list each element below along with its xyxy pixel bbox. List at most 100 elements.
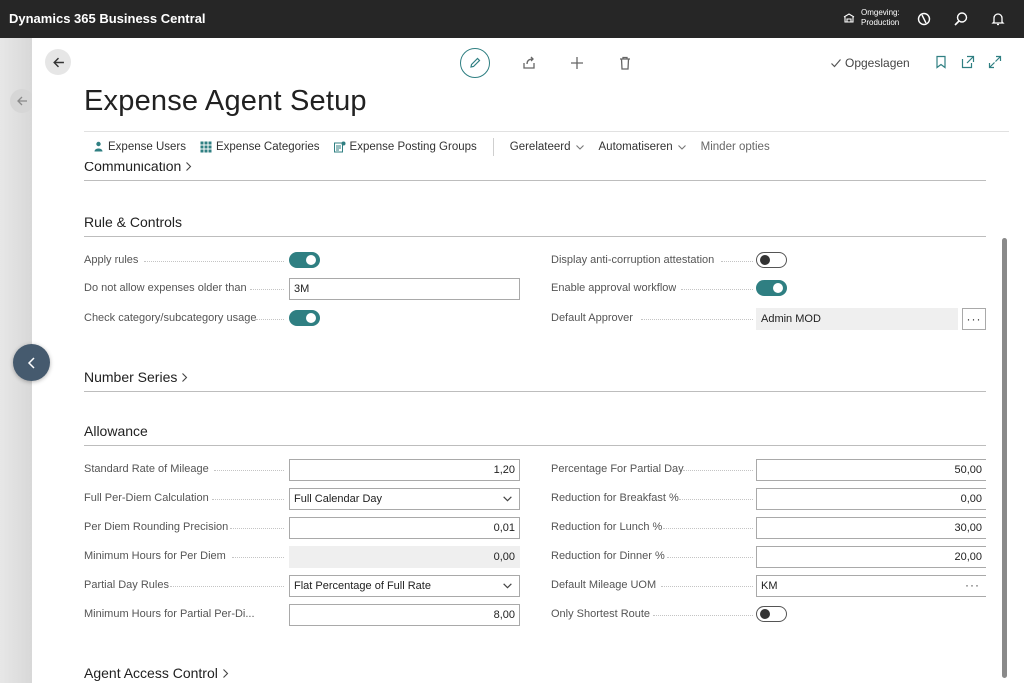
shortest-route-toggle[interactable]	[756, 606, 787, 622]
default-approver-label: Default Approver	[551, 312, 633, 324]
grid-icon	[200, 141, 212, 152]
chevron-right-icon	[222, 668, 229, 678]
section-communication[interactable]: Communication	[84, 162, 986, 181]
section-agent-access-title: Agent Access Control	[84, 665, 218, 681]
section-rules-title: Rule & Controls	[84, 214, 183, 230]
environment-indicator[interactable]: Omgeving: Production	[842, 8, 900, 28]
field-partial-rules: Partial Day Rules Flat Percentage of Ful…	[84, 575, 524, 597]
bookmark-icon[interactable]	[934, 55, 948, 69]
field-anti-corruption: Display anti-corruption attestation	[551, 250, 986, 272]
dot-leader	[663, 527, 753, 529]
menu-expense-posting-groups-label: Expense Posting Groups	[349, 140, 477, 153]
default-approver-assist-button[interactable]: ···	[962, 308, 986, 330]
arrow-left-icon	[52, 57, 64, 67]
top-bar: Dynamics 365 Business Central Omgeving: …	[0, 0, 1024, 38]
dot-leader	[679, 498, 753, 500]
page-actions	[460, 48, 634, 78]
environment-icon	[843, 13, 855, 23]
app-title[interactable]: Dynamics 365 Business Central	[9, 11, 206, 26]
search-icon[interactable]	[952, 10, 970, 28]
field-approval-workflow: Enable approval workflow	[551, 278, 986, 300]
checkmark-icon	[831, 59, 841, 68]
save-status: Opgeslagen	[830, 56, 910, 70]
breakfast-input[interactable]: 0,00	[756, 488, 986, 510]
background-back-button[interactable]	[10, 89, 34, 113]
section-rule-controls[interactable]: Rule & Controls	[84, 214, 986, 237]
menu-expense-posting-groups[interactable]: Expense Posting Groups	[333, 140, 477, 153]
chevron-down-icon	[677, 144, 686, 150]
rounding-input[interactable]: 0,01	[289, 517, 520, 539]
field-mileage-uom: Default Mileage UOM KM ···	[551, 575, 986, 597]
dot-leader	[683, 469, 753, 471]
field-full-per-diem: Full Per-Diem Calculation Full Calendar …	[84, 488, 524, 510]
field-shortest-route: Only Shortest Route	[551, 604, 986, 626]
min-hours-input: 0,00	[289, 546, 520, 568]
posting-groups-icon	[333, 141, 346, 152]
menu-related-label: Gerelateerd	[509, 140, 571, 153]
menu-fewer-options[interactable]: Minder opties	[701, 141, 770, 153]
apply-rules-toggle[interactable]	[289, 252, 320, 268]
chevron-left-icon	[27, 356, 35, 369]
pct-partial-label: Percentage For Partial Day	[551, 463, 684, 475]
lunch-label: Reduction for Lunch %	[551, 521, 663, 533]
full-per-diem-select[interactable]: Full Calendar Day	[289, 488, 520, 510]
dot-leader	[721, 260, 753, 262]
field-min-partial: Minimum Hours for Partial Per-Di... 8,00	[84, 604, 524, 626]
trash-icon[interactable]	[616, 54, 634, 72]
chevron-right-icon	[186, 162, 192, 171]
environment-label: Omgeving:	[861, 8, 900, 17]
standard-rate-input[interactable]: 1,20	[289, 459, 520, 481]
open-new-window-icon[interactable]	[961, 55, 975, 69]
menu-automate-label: Automatiseren	[598, 140, 673, 153]
mileage-uom-value: KM	[761, 580, 778, 592]
environment-value: Production	[861, 18, 900, 27]
menu-separator	[492, 137, 494, 156]
approval-workflow-toggle[interactable]	[756, 280, 787, 296]
field-dinner: Reduction for Dinner % 20,00	[551, 546, 986, 568]
dot-leader	[250, 288, 284, 290]
dot-leader	[681, 288, 753, 290]
back-button[interactable]	[45, 49, 71, 75]
dot-leader	[214, 469, 284, 471]
menu-related[interactable]: Gerelateerd	[510, 141, 585, 153]
mileage-uom-input[interactable]: KM ···	[756, 575, 986, 597]
pct-partial-input[interactable]: 50,00	[756, 459, 986, 481]
older-than-input[interactable]: 3M	[289, 278, 520, 300]
min-partial-input[interactable]: 8,00	[289, 604, 520, 626]
bell-icon[interactable]	[989, 10, 1007, 28]
standard-rate-label: Standard Rate of Mileage	[84, 463, 209, 475]
breakfast-label: Reduction for Breakfast %	[551, 492, 679, 504]
section-agent-access[interactable]: Agent Access Control	[84, 665, 986, 683]
check-category-toggle[interactable]	[289, 310, 320, 326]
dot-leader	[641, 318, 753, 320]
share-icon[interactable]	[520, 54, 538, 72]
expand-icon[interactable]	[988, 55, 1002, 69]
check-category-label: Check category/subcategory usage	[84, 312, 257, 324]
default-approver-input[interactable]: Admin MOD	[756, 308, 958, 330]
chevron-down-icon	[575, 144, 584, 150]
older-than-label: Do not allow expenses older than	[84, 282, 247, 294]
dinner-label: Reduction for Dinner %	[551, 550, 665, 562]
apply-rules-label: Apply rules	[84, 254, 139, 266]
anti-corruption-toggle[interactable]	[756, 252, 787, 268]
copilot-icon[interactable]	[915, 10, 933, 28]
chevron-right-icon	[182, 372, 188, 382]
partial-rules-select[interactable]: Flat Percentage of Full Rate	[289, 575, 520, 597]
section-number-series-title: Number Series	[84, 369, 178, 385]
collapse-navigation-button[interactable]	[13, 344, 50, 381]
lunch-input[interactable]: 30,00	[756, 517, 986, 539]
mileage-uom-assist[interactable]: ···	[965, 578, 980, 592]
dot-leader	[232, 556, 284, 558]
menu-expense-users[interactable]: Expense Users	[93, 141, 186, 153]
menu-expense-categories[interactable]: Expense Categories	[200, 141, 320, 153]
dinner-input[interactable]: 20,00	[756, 546, 986, 568]
dot-leader	[653, 614, 753, 616]
shortest-route-label: Only Shortest Route	[551, 608, 651, 620]
plus-icon[interactable]	[568, 54, 586, 72]
menu-automate[interactable]: Automatiseren	[599, 141, 687, 153]
edit-button[interactable]	[460, 48, 490, 78]
section-number-series[interactable]: Number Series	[84, 369, 986, 392]
field-pct-partial: Percentage For Partial Day 50,00	[551, 459, 986, 481]
scrollbar-thumb[interactable]	[1002, 238, 1007, 678]
section-allowance[interactable]: Allowance	[84, 423, 986, 446]
